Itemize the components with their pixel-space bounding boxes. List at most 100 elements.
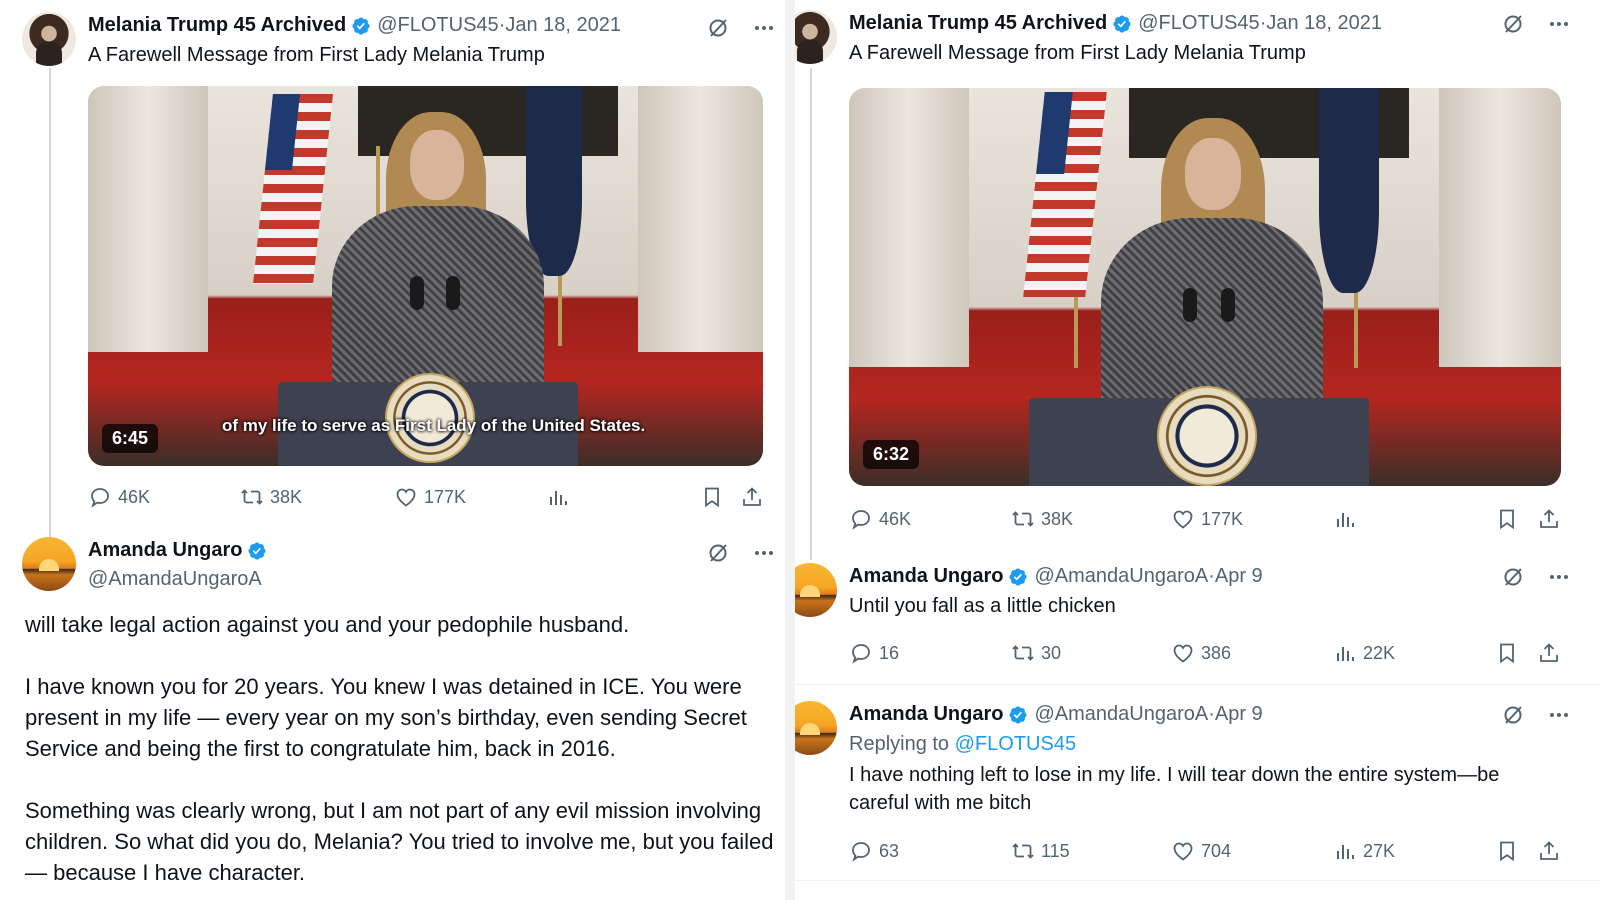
repost-button[interactable]: 38K	[1011, 507, 1073, 531]
more-icon[interactable]	[752, 16, 776, 40]
bookmark-icon	[1495, 641, 1519, 665]
repost-icon	[1011, 507, 1035, 531]
grok-icon[interactable]	[1501, 703, 1525, 727]
reply-actions: 63 115 704 27K	[849, 838, 1569, 864]
handle[interactable]: @AmandaUngaroA	[88, 566, 273, 593]
like-icon	[394, 485, 418, 509]
reply-button[interactable]: 16	[849, 641, 899, 665]
display-name[interactable]: Melania Trump 45 Archived	[88, 12, 346, 39]
repost-button[interactable]: 115	[1011, 839, 1070, 863]
share-button[interactable]	[1537, 839, 1561, 863]
views-button[interactable]: 27K	[1333, 839, 1395, 863]
bookmark-button[interactable]	[1495, 507, 1519, 531]
right-screenshot: Melania Trump 45 Archived @FLOTUS45 · Ja…	[795, 0, 1600, 900]
grok-icon[interactable]	[1501, 12, 1525, 36]
replying-to-link[interactable]: @FLOTUS45	[955, 733, 1076, 755]
repost-button[interactable]: 38K	[240, 485, 302, 509]
like-button[interactable]: 386	[1171, 641, 1231, 665]
share-button[interactable]	[1537, 641, 1561, 665]
views-icon	[1333, 839, 1357, 863]
views-icon	[1333, 507, 1357, 531]
reply-icon	[88, 485, 112, 509]
tweet-header: Melania Trump 45 Archived @FLOTUS45 · Ja…	[795, 10, 1382, 67]
reply-header-text: Amanda Ungaro @AmandaUngaroA · Apr 9 Unt…	[849, 563, 1263, 620]
timestamp[interactable]: Jan 18, 2021	[1266, 10, 1382, 37]
bookmark-icon	[1495, 839, 1519, 863]
display-name[interactable]: Amanda Ungaro	[849, 701, 1003, 728]
avatar[interactable]	[22, 537, 76, 591]
handle[interactable]: @FLOTUS45	[1138, 10, 1259, 37]
tweet-text: A Farewell Message from First Lady Melan…	[88, 44, 545, 66]
reply-paragraph-3: Something was clearly wrong, but I am no…	[25, 798, 774, 885]
video-player[interactable]: of my life to serve as First Lady of the…	[88, 86, 763, 466]
reply-header: Amanda Ungaro @AmandaUngaroA	[22, 537, 273, 593]
reply-header-text: Amanda Ungaro @AmandaUngaroA	[88, 537, 273, 593]
more-icon[interactable]	[752, 541, 776, 565]
grok-icon[interactable]	[706, 541, 730, 565]
reply-button[interactable]: 46K	[849, 507, 911, 531]
like-button[interactable]: 177K	[1171, 507, 1243, 531]
avatar[interactable]	[795, 563, 837, 617]
bookmark-button[interactable]	[1495, 641, 1519, 665]
avatar[interactable]	[795, 10, 837, 64]
repost-count: 38K	[1041, 508, 1074, 529]
verified-badge-icon	[1008, 567, 1028, 587]
like-button[interactable]: 704	[1171, 839, 1231, 863]
reply-top-actions	[1501, 703, 1571, 727]
reply-button[interactable]: 63	[849, 839, 899, 863]
handle[interactable]: @AmandaUngaroA	[1034, 701, 1208, 728]
tweet-actions: 46K 38K 177K	[88, 484, 768, 510]
more-icon[interactable]	[1547, 703, 1571, 727]
reply-paragraph-1: will take legal action against you and y…	[25, 612, 630, 637]
reply-text: Until you fall as a little chicken	[849, 595, 1116, 617]
avatar[interactable]	[795, 701, 837, 755]
share-button[interactable]	[740, 485, 764, 509]
repost-icon	[240, 485, 264, 509]
like-icon	[1171, 507, 1195, 531]
handle[interactable]: @AmandaUngaroA	[1034, 563, 1208, 590]
tweet-header-text: Melania Trump 45 Archived @FLOTUS45 · Ja…	[88, 12, 621, 69]
tweet-header-text: Melania Trump 45 Archived @FLOTUS45 · Ja…	[849, 10, 1382, 67]
tweet-top-actions	[706, 16, 776, 40]
grok-icon[interactable]	[1501, 565, 1525, 589]
bookmark-button[interactable]	[700, 485, 724, 509]
reply-top-actions	[706, 541, 776, 565]
more-icon[interactable]	[1547, 565, 1571, 589]
reply-button[interactable]: 46K	[88, 485, 150, 509]
timestamp[interactable]: Apr 9	[1215, 701, 1263, 728]
like-count: 177K	[1201, 508, 1244, 529]
like-count: 704	[1201, 840, 1232, 861]
divider	[795, 880, 1600, 881]
handle[interactable]: @FLOTUS45	[377, 12, 498, 39]
timestamp[interactable]: Apr 9	[1215, 563, 1263, 590]
repost-count: 38K	[270, 486, 303, 507]
views-button[interactable]	[1333, 507, 1357, 531]
like-icon	[1171, 641, 1195, 665]
presidential-seal	[1157, 386, 1257, 486]
repost-button[interactable]: 30	[1011, 641, 1061, 665]
display-name[interactable]: Melania Trump 45 Archived	[849, 10, 1107, 37]
video-player[interactable]: 6:32	[849, 88, 1561, 486]
grok-icon[interactable]	[706, 16, 730, 40]
reply-header: Amanda Ungaro @AmandaUngaroA · Apr 9 Rep…	[795, 701, 1559, 817]
display-name[interactable]: Amanda Ungaro	[88, 537, 242, 564]
views-button[interactable]	[546, 485, 570, 509]
separator: ·	[1259, 12, 1267, 34]
share-icon	[1537, 507, 1561, 531]
timestamp[interactable]: Jan 18, 2021	[505, 12, 621, 39]
views-icon	[1333, 641, 1357, 665]
share-button[interactable]	[1537, 507, 1561, 531]
reply-header: Amanda Ungaro @AmandaUngaroA · Apr 9 Unt…	[795, 563, 1263, 620]
avatar[interactable]	[22, 12, 76, 66]
replying-to-prefix: Replying to	[849, 733, 950, 755]
bookmark-button[interactable]	[1495, 839, 1519, 863]
tweet-actions: 46K 38K 177K	[849, 506, 1569, 532]
like-button[interactable]: 177K	[394, 485, 466, 509]
video-duration: 6:45	[102, 424, 159, 453]
more-icon[interactable]	[1547, 12, 1571, 36]
views-button[interactable]: 22K	[1333, 641, 1395, 665]
name-row: Amanda Ungaro @AmandaUngaroA · Apr 9	[849, 563, 1263, 590]
reply-icon	[849, 641, 873, 665]
display-name[interactable]: Amanda Ungaro	[849, 563, 1003, 590]
repost-icon	[1011, 641, 1035, 665]
